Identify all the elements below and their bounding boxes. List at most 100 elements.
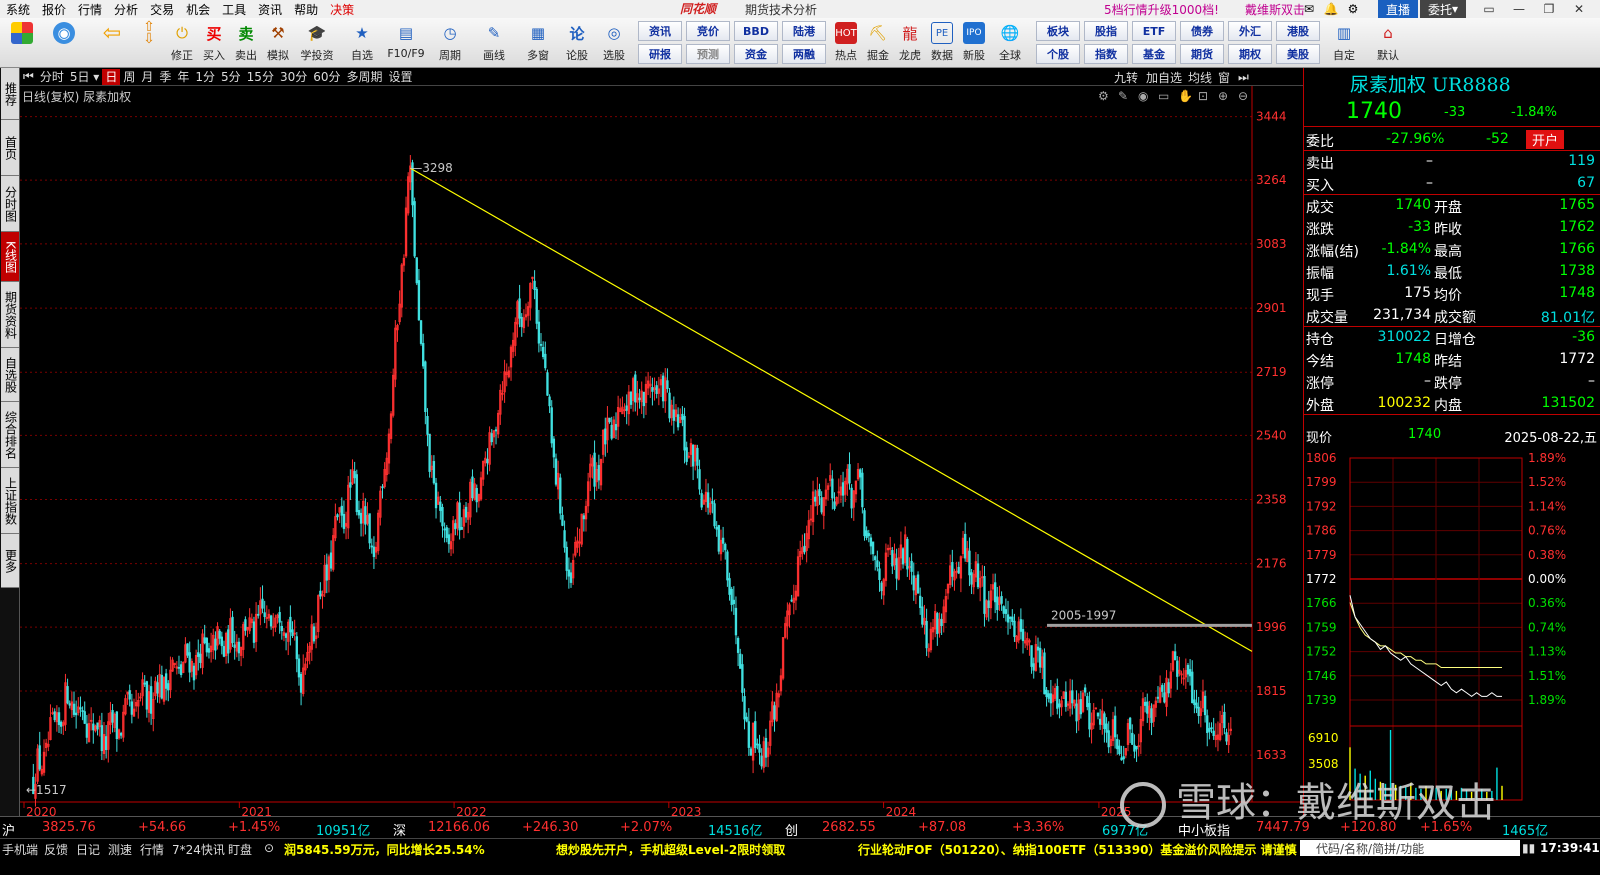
sh-value[interactable]: 3825.76 bbox=[42, 820, 96, 835]
news-ticker-3[interactable]: 行业轮动FOF（501220）、纳指100ETF（513390）基金溢价风险提示… bbox=[858, 841, 1298, 858]
grid-research[interactable]: 研报 bbox=[638, 44, 682, 64]
grid-forecast[interactable]: 预测 bbox=[686, 44, 730, 64]
tool-window[interactable]: 窗 bbox=[1218, 69, 1230, 85]
bottom-tab-speed[interactable]: 测速 bbox=[108, 841, 132, 858]
app-grid-button[interactable] bbox=[6, 20, 38, 66]
stock-select-button[interactable]: ◎ 选股 bbox=[596, 20, 632, 66]
menu-item-quote[interactable]: 报价 bbox=[36, 1, 72, 18]
grid-auction[interactable]: 竞价 bbox=[686, 21, 730, 41]
f10-button[interactable]: ▤ F10/F9 bbox=[386, 20, 426, 66]
live-button[interactable]: 直播 bbox=[1378, 0, 1418, 18]
chart-tool-icon[interactable]: ⚙ bbox=[1098, 89, 1109, 103]
ipo-button[interactable]: IPO 新股 bbox=[958, 20, 990, 66]
vtab-timeshare[interactable]: 分时图 bbox=[1, 176, 19, 232]
period-year[interactable]: 年 bbox=[174, 69, 192, 85]
menu-item-help[interactable]: 帮助 bbox=[288, 1, 324, 18]
grid-etf[interactable]: ETF bbox=[1132, 21, 1176, 41]
period-month[interactable]: 月 bbox=[138, 69, 156, 85]
timeshare-mini-chart[interactable]: 1806 1.89% 1799 1.52% 1792 1.14% 1786 0.76% 1779… bbox=[1304, 450, 1600, 810]
vtab-futures-info[interactable]: 期货资料 bbox=[1, 282, 19, 348]
sz-value[interactable]: 12166.06 bbox=[428, 820, 490, 835]
buy-button[interactable]: 买买入 bbox=[198, 20, 230, 66]
entrust-button[interactable]: 委托 ▾ bbox=[1420, 0, 1466, 18]
minimize-icon[interactable]: — bbox=[1504, 0, 1534, 18]
gear-icon[interactable]: ⚙ bbox=[1344, 0, 1362, 18]
period-5min[interactable]: 5分 bbox=[218, 69, 244, 85]
period-prev-icon[interactable]: ⏮ bbox=[20, 69, 37, 85]
period-15min[interactable]: 15分 bbox=[244, 69, 277, 85]
vtab-kline[interactable]: K线图 bbox=[1, 232, 19, 282]
learn-button[interactable]: 🎓 学投资 bbox=[298, 20, 336, 66]
grid-hk-connect[interactable]: 陆港 bbox=[782, 21, 826, 41]
vtab-ranking[interactable]: 综合排名 bbox=[1, 402, 19, 468]
bell-icon[interactable]: 🔔 bbox=[1322, 0, 1340, 18]
vtab-recommend[interactable]: 推荐 bbox=[1, 68, 19, 120]
bottom-tab-feedback[interactable]: 反馈 bbox=[44, 841, 68, 858]
robot-button[interactable]: ◉ bbox=[48, 20, 80, 66]
open-account-button[interactable]: 开户 bbox=[1526, 130, 1565, 149]
hot-button[interactable]: HOT 热点 bbox=[830, 20, 862, 66]
period-timeshare[interactable]: 分时 bbox=[37, 69, 67, 85]
kline-chart[interactable]: 3444 3264 3083 2901 2719 2540 2358 2176 1996 1815… bbox=[20, 86, 1303, 816]
grid-bond[interactable]: 债券 bbox=[1180, 21, 1224, 41]
grid-fund[interactable]: 基金 bbox=[1132, 44, 1176, 64]
grid-options[interactable]: 期权 bbox=[1228, 44, 1272, 64]
period-30min[interactable]: 30分 bbox=[277, 69, 310, 85]
menu-item-trade[interactable]: 交易 bbox=[144, 1, 180, 18]
back-button[interactable]: ⇦ bbox=[96, 20, 128, 66]
data-button[interactable]: PE 数据 bbox=[926, 20, 958, 66]
menu-item-market[interactable]: 行情 bbox=[72, 1, 108, 18]
period-5day[interactable]: 5日 ▾ bbox=[67, 69, 102, 85]
draw-line-button[interactable]: ✎ 画线 bbox=[476, 20, 512, 66]
grid-us-stock[interactable]: 美股 bbox=[1276, 44, 1320, 64]
period-next-icon[interactable]: ⏭ bbox=[1238, 69, 1249, 85]
menu-item-tools[interactable]: 工具 bbox=[216, 1, 252, 18]
restore-icon[interactable]: ▭ bbox=[1474, 0, 1504, 18]
bottom-tab-watch[interactable]: 盯盘 bbox=[228, 841, 252, 858]
menu-item-news[interactable]: 资讯 bbox=[252, 1, 288, 18]
maximize-icon[interactable]: ❐ bbox=[1534, 0, 1564, 18]
bottom-tab-market[interactable]: 行情 bbox=[140, 841, 164, 858]
close-icon[interactable]: ✕ bbox=[1564, 0, 1594, 18]
grid-bbd[interactable]: BBD bbox=[734, 21, 778, 41]
bottom-tab-mobile[interactable]: 手机端 bbox=[2, 841, 38, 858]
chart-tool-icon[interactable]: ▭ bbox=[1158, 89, 1169, 103]
grid-margin[interactable]: 两融 bbox=[782, 44, 826, 64]
cycle-button[interactable]: ◷ 周期 bbox=[432, 20, 468, 66]
menu-item-opportunity[interactable]: 机会 bbox=[180, 1, 216, 18]
news-ticker-1[interactable]: 润5845.59万元，同比增长25.54% bbox=[284, 841, 485, 858]
period-week[interactable]: 周 bbox=[120, 69, 138, 85]
cy-value[interactable]: 2682.55 bbox=[822, 820, 876, 835]
chart-tool-icon[interactable]: ✎ bbox=[1118, 89, 1128, 103]
period-1min[interactable]: 1分 bbox=[192, 69, 218, 85]
menu-item-decision[interactable]: 决策 bbox=[324, 1, 360, 18]
grid-stock[interactable]: 个股 bbox=[1036, 44, 1080, 64]
vtab-home[interactable]: 首页 bbox=[1, 120, 19, 176]
period-quarter[interactable]: 季 bbox=[156, 69, 174, 85]
grid-sector[interactable]: 板块 bbox=[1036, 21, 1080, 41]
simulate-button[interactable]: ⚒ 模拟 bbox=[262, 20, 294, 66]
default-button[interactable]: ⌂ 默认 bbox=[1370, 20, 1406, 66]
dragon-button[interactable]: 龍龙虎 bbox=[894, 20, 926, 66]
tool-ma[interactable]: 均线 bbox=[1188, 69, 1212, 85]
chart-tool-icon[interactable]: ⊖ bbox=[1238, 89, 1248, 103]
bottom-tab-diary[interactable]: 日记 bbox=[76, 841, 100, 858]
custom-button[interactable]: ▥ 自定 bbox=[1326, 20, 1362, 66]
chart-tool-icon[interactable]: ⊕ bbox=[1218, 89, 1228, 103]
mail-icon[interactable]: ✉ bbox=[1300, 0, 1318, 18]
bottom-tab-flash[interactable]: 7*24快讯 bbox=[172, 841, 225, 858]
correct-button[interactable]: ⏻ 修正 bbox=[166, 20, 198, 66]
forum-button[interactable]: 论论股 bbox=[562, 20, 592, 66]
grid-news[interactable]: 资讯 bbox=[638, 21, 682, 41]
chart-tool-icon[interactable]: ✋ bbox=[1178, 89, 1193, 103]
up-down-button[interactable]: ⇧ ⇩ bbox=[136, 20, 162, 66]
period-multi[interactable]: 多周期 bbox=[344, 69, 386, 85]
gold-button[interactable]: ⛏ 掘金 bbox=[862, 20, 894, 66]
grid-futures[interactable]: 期货 bbox=[1180, 44, 1224, 64]
watchlist-button[interactable]: ★ 自选 bbox=[344, 20, 380, 66]
vtab-more[interactable]: 更多 bbox=[1, 534, 19, 588]
menu-item-system[interactable]: 系统 bbox=[0, 1, 36, 18]
tool-nine-turn[interactable]: 九转 bbox=[1114, 69, 1138, 85]
global-button[interactable]: 🌐 全球 bbox=[990, 20, 1030, 66]
search-input[interactable]: 代码/名称/简拼/功能 bbox=[1300, 840, 1520, 856]
